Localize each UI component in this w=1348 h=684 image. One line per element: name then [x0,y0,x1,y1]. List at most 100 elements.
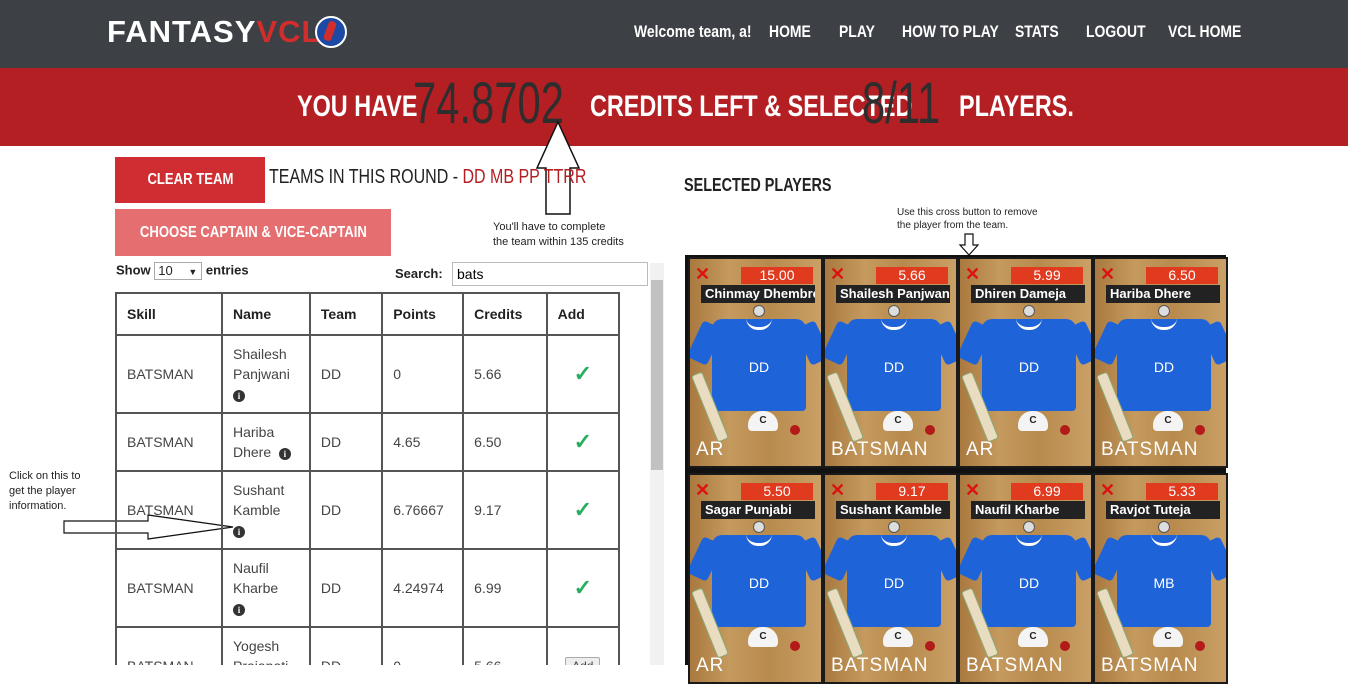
table-row: BATSMAN Naufil Kharbe i DD 4.24974 6.99 ✓ [115,548,620,628]
cell-points: 4.24974 [381,548,465,628]
col-skill[interactable]: Skill [115,292,223,336]
remove-player-icon[interactable]: ✕ [830,481,845,499]
card-role: BATSMAN [831,439,929,460]
table-row: BATSMAN Shailesh Panjwani i DD 0 5.66 ✓ [115,334,620,414]
hanger-icon [753,305,765,317]
cell-name: Hariba Dhere i [221,412,311,472]
cell-skill: BATSMAN [115,626,223,665]
player-card: DD C ✕ 5.66 Shailesh Panjwani BATSMAN [823,257,958,468]
col-points[interactable]: Points [381,292,465,336]
cell-team: DD [308,626,384,665]
card-team: DD [748,575,770,591]
card-role: BATSMAN [966,655,1064,676]
card-credit: 6.99 [1011,483,1083,500]
choose-captain-button[interactable]: CHOOSE CAPTAIN & VICE-CAPTAIN [115,209,391,256]
cell-points: 6.76667 [381,470,465,550]
table-row: BATSMAN YogeshPrajapatii DD 0 5.66 Add [115,626,620,665]
remove-player-icon[interactable]: ✕ [1100,265,1115,283]
logo-emblem-icon [315,16,347,48]
card-player-name: Chinmay Dhembre [701,285,815,303]
card-team: DD [1018,575,1040,591]
nav-stats[interactable]: STATS [1015,22,1059,42]
nav-vcl-home[interactable]: VCL HOME [1168,22,1241,42]
table-row: BATSMAN Hariba Dhere i DD 4.65 6.50 ✓ [115,412,620,472]
ball-icon [790,425,800,435]
nav-home[interactable]: HOME [769,22,811,42]
player-card: DD C ✕ 5.99 Dhiren Dameja AR [958,257,1093,468]
remove-player-icon[interactable]: ✕ [695,265,710,283]
clear-team-button[interactable]: CLEAR TEAM [115,157,265,203]
cell-credits: 5.66 [462,334,548,414]
ball-icon [1060,641,1070,651]
remove-player-icon[interactable]: ✕ [830,265,845,283]
player-card: DD C ✕ 6.50 Hariba Dhere BATSMAN [1093,257,1228,468]
added-check-icon[interactable]: ✓ [574,429,592,454]
player-card: DD C ✕ 15.00 Chinmay Dhembre AR [688,257,823,468]
remove-player-icon[interactable]: ✕ [965,265,980,283]
cell-credits: 5.66 [462,626,548,665]
site-logo[interactable]: FANTASYVCL [107,14,321,50]
cell-team: DD [308,334,384,414]
card-team: MB [1153,575,1175,591]
info-note: Click on this to get the player informatio… [9,470,81,512]
cell-add: ✓ [545,470,620,550]
search-label: Search: [395,266,443,281]
add-player-button[interactable]: Add [565,657,601,665]
card-player-name: Shailesh Panjwani [836,285,950,303]
cell-add: ✓ [545,548,620,628]
card-role: AR [966,439,995,460]
cell-add: ✓ [545,334,620,414]
card-role: AR [696,439,725,460]
selected-players-title: SELECTED PLAYERS [684,175,832,195]
ball-icon [925,641,935,651]
added-check-icon[interactable]: ✓ [574,361,592,386]
info-icon[interactable]: i [278,448,291,460]
cell-points: 0 [381,334,465,414]
selected-count-value: 8/11 [862,71,941,136]
card-player-name: Sushant Kamble [836,501,950,519]
remove-player-icon[interactable]: ✕ [965,481,980,499]
cap-icon: C [748,627,778,647]
col-team[interactable]: Team [308,292,384,336]
nav-how-to-play[interactable]: HOW TO PLAY [902,22,999,42]
info-icon[interactable]: i [233,604,245,616]
entries-select[interactable]: 10 [154,262,203,280]
player-card: MB C ✕ 5.33 Ravjot Tuteja BATSMAN [1093,473,1228,684]
cell-skill: BATSMAN [115,548,223,628]
hanger-icon [1158,305,1170,317]
info-icon[interactable]: i [233,390,245,402]
remove-player-icon[interactable]: ✕ [1100,481,1115,499]
col-add[interactable]: Add [545,292,620,336]
cell-name: Shailesh Panjwani i [221,334,311,414]
search-input[interactable] [452,262,648,286]
nav-play[interactable]: PLAY [839,22,875,42]
col-name[interactable]: Name [221,292,311,336]
col-credits[interactable]: Credits [462,292,548,336]
cell-name: Naufil Kharbe i [221,548,311,628]
cell-points: 4.65 [381,412,465,472]
card-player-name: Naufil Kharbe [971,501,1085,519]
card-player-name: Sagar Punjabi [701,501,815,519]
card-team: DD [883,359,905,375]
cell-team: DD [308,470,384,550]
cell-points: 0 [381,626,465,665]
hanger-icon [888,521,900,533]
table-scrollbar-thumb[interactable] [651,280,663,470]
nav-logout[interactable]: LOGOUT [1086,22,1146,42]
remove-player-icon[interactable]: ✕ [695,481,710,499]
info-icon[interactable]: i [233,526,245,538]
cap-icon: C [1018,627,1048,647]
cell-team: DD [308,412,384,472]
card-player-name: Ravjot Tuteja [1106,501,1220,519]
players-table: Skill Name Team Points Credits Add BATSM… [115,292,620,665]
player-card: DD C ✕ 6.99 Naufil Kharbe BATSMAN [958,473,1093,684]
card-player-name: Dhiren Dameja [971,285,1085,303]
added-check-icon[interactable]: ✓ [574,575,592,600]
logo-text-accent: VCL [256,14,322,49]
card-team: DD [748,359,770,375]
added-check-icon[interactable]: ✓ [574,497,592,522]
card-credit: 9.17 [876,483,948,500]
card-credit: 5.66 [876,267,948,284]
table-row: BATSMAN Sushant Kamble i DD 6.76667 9.17 ✓ [115,470,620,550]
card-credit: 5.99 [1011,267,1083,284]
